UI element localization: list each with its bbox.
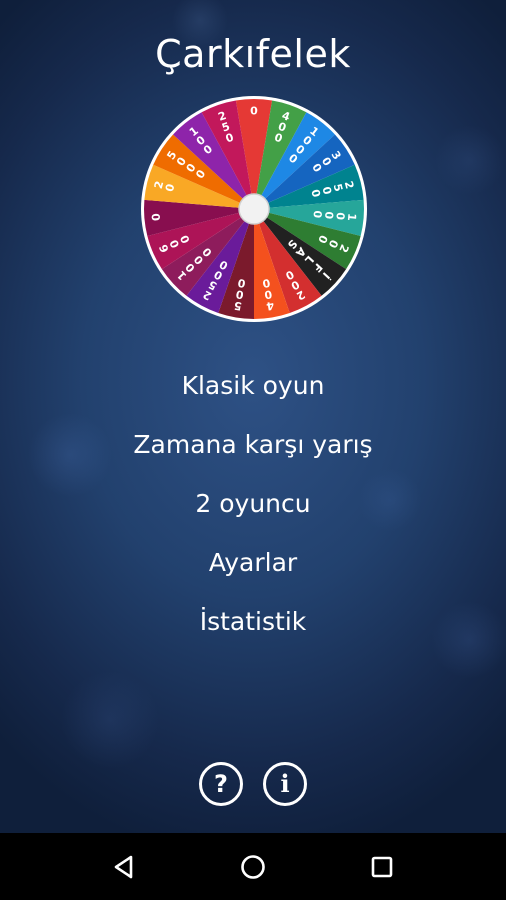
main-menu-screen: Çarkıfelek 0400100030025001000200İFLAS20… [0, 0, 506, 833]
statistics-button[interactable]: İstatistik [0, 592, 506, 651]
svg-text:0: 0 [250, 105, 258, 118]
bottom-actions: ? i [0, 762, 506, 806]
time-race-button[interactable]: Zamana karşı yarış [0, 415, 506, 474]
wheel-segment-label: 0 [250, 105, 258, 118]
back-icon[interactable] [104, 847, 144, 887]
home-icon[interactable] [233, 847, 273, 887]
info-icon[interactable]: i [263, 762, 307, 806]
main-menu: Klasik oyun Zamana karşı yarış 2 oyuncu … [0, 356, 506, 651]
system-navigation-bar [0, 833, 506, 900]
settings-button[interactable]: Ayarlar [0, 533, 506, 592]
phone-screen: Çarkıfelek 0400100030025001000200İFLAS20… [0, 0, 506, 900]
app-title: Çarkıfelek [155, 32, 351, 76]
svg-text:0: 0 [310, 210, 324, 219]
wheel-hub [238, 193, 270, 225]
recents-icon[interactable] [362, 847, 402, 887]
prize-wheel: 0 400 1000 30025001000200İFLAS2004005002500… [141, 96, 367, 322]
wheel-segment-label: 0 [150, 212, 164, 221]
help-icon[interactable]: ? [199, 762, 243, 806]
svg-text:0: 0 [150, 212, 164, 221]
two-player-button[interactable]: 2 oyuncu [0, 474, 506, 533]
classic-game-button[interactable]: Klasik oyun [0, 356, 506, 415]
